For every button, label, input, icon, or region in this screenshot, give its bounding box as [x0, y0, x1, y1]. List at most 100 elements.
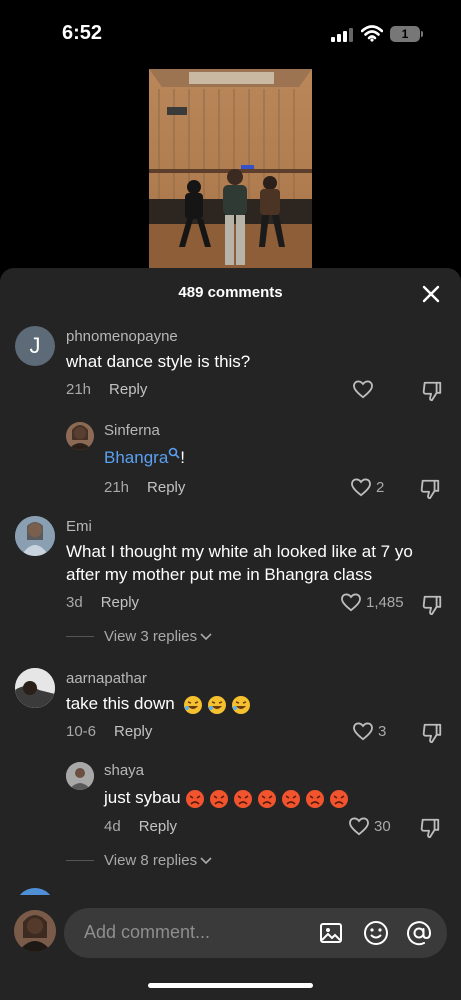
avatar[interactable]	[15, 516, 55, 556]
dance-video-frame	[149, 69, 312, 274]
avatar-photo	[66, 762, 94, 790]
dislike-icon[interactable]	[421, 594, 443, 616]
chevron-down-icon	[200, 856, 212, 864]
comment-text: What I thought my white ah looked like a…	[66, 542, 413, 584]
avatar[interactable]	[15, 668, 55, 708]
comment-text: take this down	[66, 694, 175, 713]
like-button[interactable]: 30	[348, 816, 391, 836]
heart-icon	[341, 593, 361, 612]
hashtag-link[interactable]: Bhangra	[104, 448, 168, 467]
heart-icon	[351, 478, 371, 497]
avatar-photo	[14, 910, 56, 952]
avatar-photo	[15, 668, 55, 708]
image-icon[interactable]	[319, 921, 343, 945]
comment-time: 4d	[104, 818, 121, 835]
mention-icon[interactable]	[406, 920, 432, 946]
angry-emoji	[186, 789, 205, 808]
avatar[interactable]	[66, 422, 94, 450]
status-bar: 6:52 1	[0, 0, 461, 64]
comment-meta: 4d Reply	[104, 818, 177, 835]
like-count: 2	[376, 478, 385, 496]
close-icon[interactable]	[420, 283, 442, 305]
like-button[interactable]	[352, 379, 378, 399]
angry-emoji	[210, 789, 229, 808]
battery-icon: 1	[390, 26, 420, 42]
like-button[interactable]: 3	[352, 721, 386, 741]
comment-item: Emi What I thought my white ah looked li…	[0, 514, 461, 645]
comments-sheet: 489 comments J phnomenopayne what dance …	[0, 268, 461, 1000]
like-count: 3	[378, 722, 387, 740]
like-count: 1,485	[366, 593, 404, 611]
comment-time: 21h	[66, 381, 92, 398]
divider	[66, 636, 94, 637]
comment-text: just sybau	[104, 788, 181, 807]
comment-text: what dance style is this?	[66, 352, 251, 371]
angry-emoji	[306, 789, 325, 808]
view-replies-label: View 8 replies	[104, 852, 198, 869]
comment-text: Bhangra!	[104, 446, 185, 469]
home-indicator	[148, 983, 313, 988]
comment-meta: 10-6 Reply	[66, 723, 152, 740]
reply-button[interactable]: Reply	[109, 381, 147, 398]
avatar[interactable]: J	[15, 326, 55, 366]
reply-button[interactable]: Reply	[114, 723, 152, 740]
dislike-icon[interactable]	[421, 380, 443, 402]
comment-time: 3d	[66, 594, 83, 611]
avatar-letter: J	[29, 333, 41, 358]
view-replies-button[interactable]: View 3 replies	[66, 628, 212, 645]
rofl-emoji	[184, 695, 203, 714]
comment-text-row: take this down	[66, 692, 255, 715]
divider	[66, 860, 94, 861]
comment-composer: Add comment...	[0, 895, 461, 1000]
angry-emoji	[282, 789, 301, 808]
chevron-down-icon	[200, 632, 212, 640]
heart-icon	[349, 817, 369, 836]
wifi-icon	[361, 25, 383, 42]
battery-tip	[421, 31, 423, 37]
comment-time: 21h	[104, 479, 130, 496]
reply-button[interactable]: Reply	[101, 594, 139, 611]
like-button[interactable]: 1,485	[340, 592, 404, 612]
signal-icon	[331, 28, 353, 42]
reply-item: shaya just sybau 4d Reply 30 View 8 repli…	[0, 760, 461, 880]
avatar-photo	[15, 516, 55, 556]
comment-username[interactable]: Sinferna	[104, 422, 160, 439]
comment-username[interactable]: aarnapathar	[66, 670, 147, 687]
angry-emoji	[258, 789, 277, 808]
avatar-photo	[66, 422, 94, 450]
video-preview[interactable]	[149, 69, 312, 274]
dislike-icon[interactable]	[419, 478, 441, 500]
comment-username[interactable]: shaya	[104, 762, 144, 779]
like-count: 30	[374, 817, 391, 835]
clock: 6:52	[62, 22, 103, 44]
like-button[interactable]: 2	[350, 477, 384, 497]
avatar	[14, 910, 56, 952]
comment-meta: 3d Reply	[66, 594, 139, 611]
view-replies-button[interactable]: View 8 replies	[66, 852, 212, 869]
angry-emoji	[330, 789, 349, 808]
comment-username[interactable]: Emi	[66, 518, 92, 535]
comment-meta: 21h Reply	[104, 479, 185, 496]
view-replies-label: View 3 replies	[104, 628, 198, 645]
comment-input[interactable]: Add comment...	[64, 908, 447, 958]
rofl-emoji	[208, 695, 227, 714]
dislike-icon[interactable]	[419, 817, 441, 839]
search-icon	[168, 447, 180, 459]
comments-count-title: 489 comments	[178, 284, 283, 301]
rofl-emoji	[232, 695, 251, 714]
reply-button[interactable]: Reply	[147, 479, 185, 496]
comment-item: aarnapathar take this down 10-6 Reply 3	[0, 666, 461, 756]
comment-username[interactable]: phnomenopayne	[66, 328, 178, 345]
dislike-icon[interactable]	[421, 722, 443, 744]
reply-button[interactable]: Reply	[139, 818, 177, 835]
angry-emoji	[234, 789, 253, 808]
avatar[interactable]	[66, 762, 94, 790]
heart-icon	[353, 380, 373, 399]
emoji-icon[interactable]	[363, 920, 389, 946]
comment-item: J phnomenopayne what dance style is this…	[0, 324, 461, 409]
heart-icon	[353, 722, 373, 741]
comment-time: 10-6	[66, 723, 97, 740]
comment-meta: 21h Reply	[66, 381, 147, 398]
comment-text-row: just sybau	[104, 786, 353, 809]
comment-input-placeholder: Add comment...	[84, 922, 211, 942]
